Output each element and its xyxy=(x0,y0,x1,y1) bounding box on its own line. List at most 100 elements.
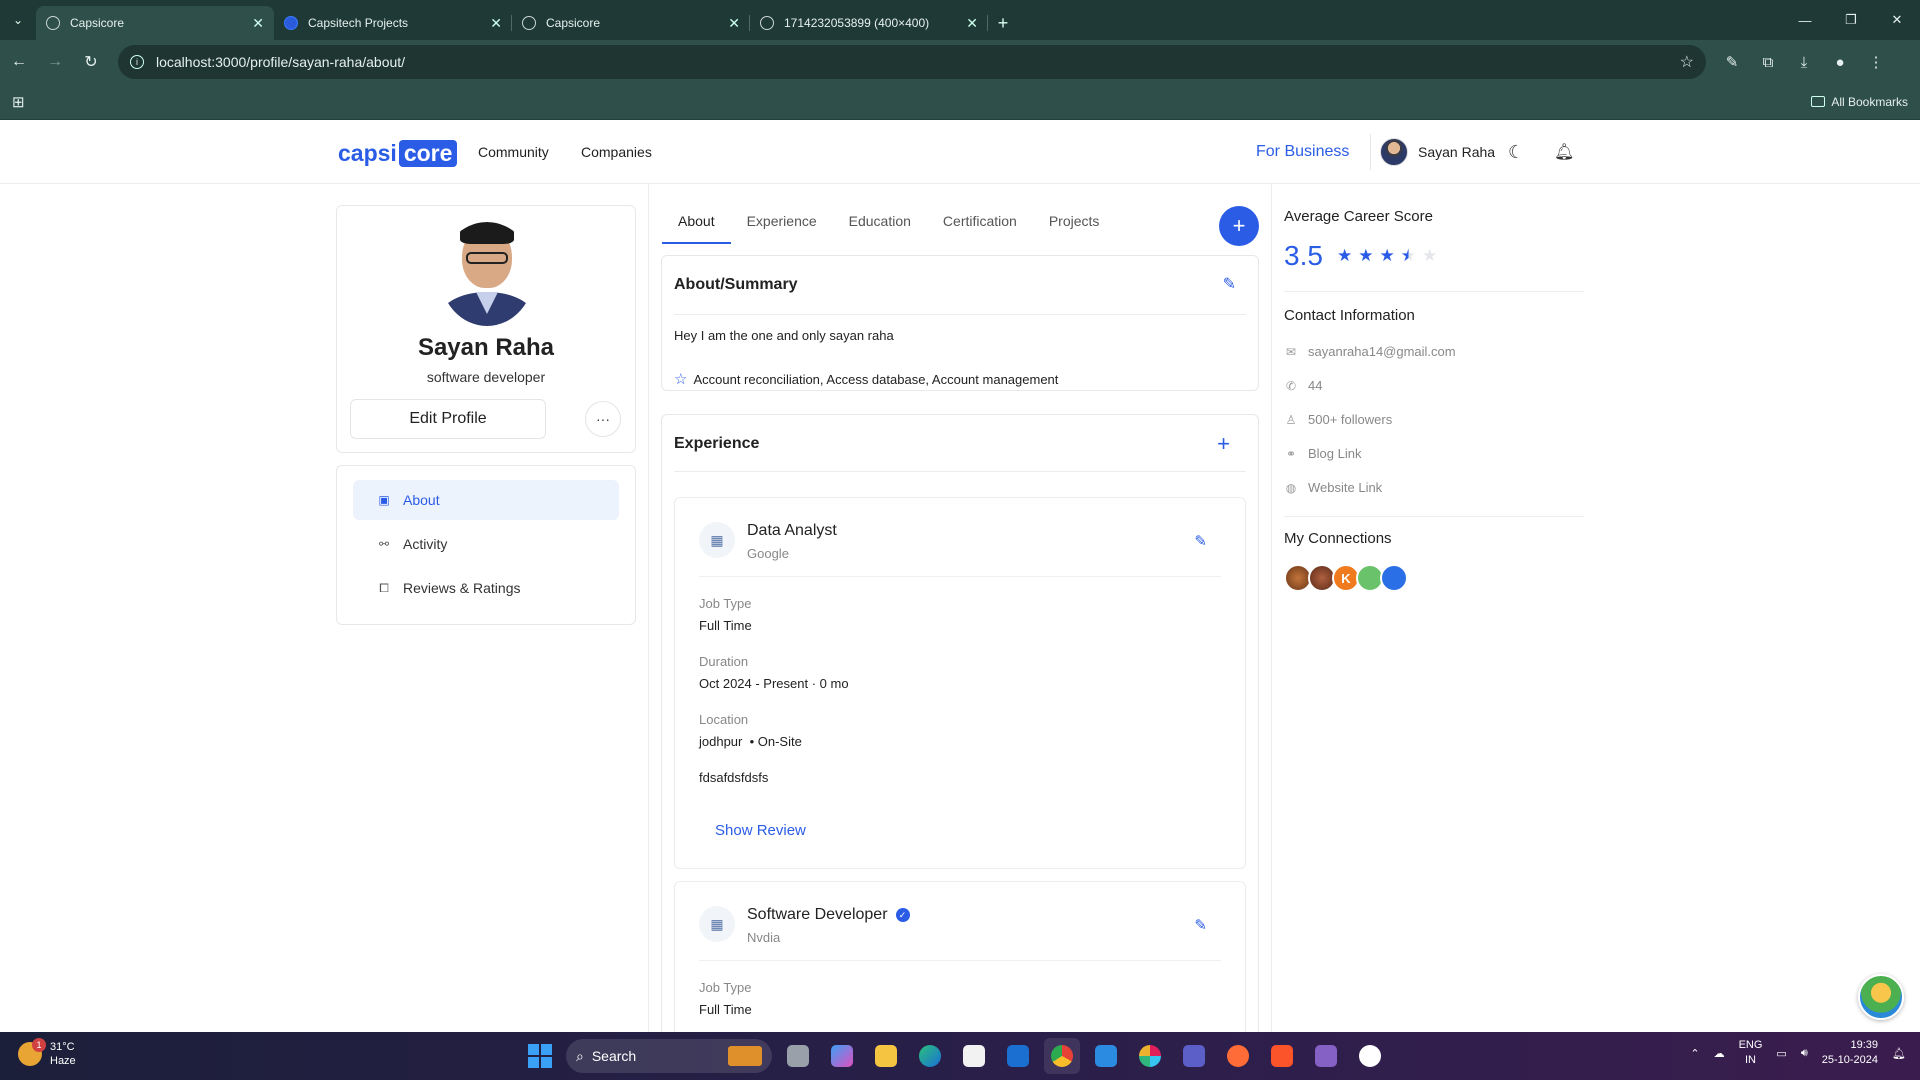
browser-tab[interactable]: Capsitech Projects ✕ xyxy=(274,6,512,40)
mongodb-icon[interactable] xyxy=(1352,1038,1388,1074)
outlook-icon[interactable] xyxy=(1000,1038,1036,1074)
network-icon[interactable]: ▭ xyxy=(1776,1047,1786,1060)
job-type: Full Time xyxy=(699,1002,752,1017)
section-title: Experience xyxy=(674,435,760,452)
assistant-avatar[interactable] xyxy=(1858,974,1904,1020)
bookmarks-bar: ⊞ All Bookmarks xyxy=(0,84,1920,120)
edit-pencil-icon[interactable]: ✎ xyxy=(1194,916,1207,934)
close-tab-icon[interactable]: ✕ xyxy=(728,15,740,32)
contact-value: Website Link xyxy=(1308,480,1383,495)
folder-icon xyxy=(1811,96,1826,107)
eyedropper-icon[interactable]: ✎ xyxy=(1714,45,1750,79)
menu-item-reviews[interactable]: ⧠ Reviews & Ratings xyxy=(353,568,619,608)
capsicore-logo[interactable]: capsi core xyxy=(338,140,458,167)
teams-icon[interactable] xyxy=(1176,1038,1212,1074)
reload-icon[interactable]: ↻ xyxy=(74,45,108,79)
nav-community[interactable]: Community xyxy=(478,144,549,160)
add-experience-icon[interactable]: + xyxy=(1217,431,1230,457)
vscode-icon[interactable] xyxy=(1088,1038,1124,1074)
contact-title: Contact Information xyxy=(1284,307,1415,324)
visual-studio-icon[interactable] xyxy=(1308,1038,1344,1074)
brave-icon[interactable] xyxy=(1264,1038,1300,1074)
back-icon[interactable]: ← xyxy=(2,45,36,79)
chrome-icon[interactable] xyxy=(1044,1038,1080,1074)
skills-text: Account reconciliation, Access database,… xyxy=(693,371,1059,387)
page: capsi core Community Companies For Busin… xyxy=(0,120,1920,1032)
contact-phone: ✆ 44 xyxy=(1284,378,1323,393)
tab-experience[interactable]: Experience xyxy=(731,208,833,244)
volume-icon[interactable]: 🔊︎ xyxy=(1801,1047,1808,1060)
profile-icon[interactable]: ● xyxy=(1822,45,1858,79)
kebab-menu-icon[interactable]: ⋮ xyxy=(1858,45,1894,79)
close-window-icon[interactable]: ✕ xyxy=(1874,0,1920,40)
all-bookmarks-button[interactable]: All Bookmarks xyxy=(1811,95,1908,109)
url-input[interactable]: i localhost:3000/profile/sayan-raha/abou… xyxy=(118,45,1706,79)
edge-icon[interactable] xyxy=(912,1038,948,1074)
tab-search-icon[interactable]: ⌄ xyxy=(0,0,36,40)
new-tab-button[interactable]: + xyxy=(988,6,1018,40)
add-button[interactable]: + xyxy=(1219,206,1259,246)
site-info-icon[interactable]: i xyxy=(130,55,144,69)
job-title-text: Data Analyst xyxy=(747,522,837,539)
edit-profile-button[interactable]: Edit Profile xyxy=(350,399,546,439)
building-icon: ▦ xyxy=(699,522,735,558)
onedrive-icon[interactable]: ☁ xyxy=(1714,1047,1725,1060)
copilot-icon[interactable] xyxy=(824,1038,860,1074)
taskbar-search[interactable]: ⌕ Search xyxy=(566,1039,772,1073)
chevron-up-icon[interactable]: ⌃ xyxy=(1690,1047,1699,1060)
bookmark-star-icon[interactable]: ☆ xyxy=(1680,52,1694,72)
file-explorer-icon[interactable] xyxy=(868,1038,904,1074)
windows-start-icon[interactable] xyxy=(522,1038,558,1074)
show-review-link[interactable]: Show Review xyxy=(715,822,806,839)
apps-grid-icon[interactable]: ⊞ xyxy=(12,93,25,111)
tab-education[interactable]: Education xyxy=(833,208,927,244)
language-indicator[interactable]: ENG IN xyxy=(1739,1038,1763,1068)
minimize-icon[interactable]: — xyxy=(1782,0,1828,40)
browser-tab[interactable]: Capsicore ✕ xyxy=(36,6,274,40)
star-outline-icon: ☆ xyxy=(674,371,688,388)
browser-tab[interactable]: 1714232053899 (400×400) ✕ xyxy=(750,6,988,40)
menu-item-about[interactable]: ▣ About xyxy=(353,480,619,520)
slack-icon[interactable] xyxy=(1132,1038,1168,1074)
contact-blog[interactable]: ⚭ Blog Link xyxy=(1284,446,1362,461)
tab-projects[interactable]: Projects xyxy=(1033,208,1116,244)
moon-icon[interactable]: ☾ xyxy=(1508,142,1524,163)
extensions-icon[interactable]: ⧉ xyxy=(1750,45,1786,79)
clock[interactable]: 19:39 25-10-2024 xyxy=(1822,1038,1878,1068)
for-business-link[interactable]: For Business xyxy=(1256,143,1349,161)
close-tab-icon[interactable]: ✕ xyxy=(490,15,502,32)
postman-icon[interactable] xyxy=(1220,1038,1256,1074)
experience-item: ▦ Software Developer ✓ Nvdia ✎ Job Type … xyxy=(674,881,1246,1032)
job-company: Nvdia xyxy=(747,930,781,945)
tab-certification[interactable]: Certification xyxy=(927,208,1033,244)
connection-avatar[interactable] xyxy=(1380,564,1408,592)
tab-about[interactable]: About xyxy=(662,208,731,244)
edit-pencil-icon[interactable]: ✎ xyxy=(1194,532,1207,550)
divider xyxy=(1370,134,1371,170)
logo-text-2: core xyxy=(398,140,458,167)
more-options-button[interactable]: ··· xyxy=(585,401,621,437)
task-view-icon[interactable] xyxy=(780,1038,816,1074)
notification-bell-icon[interactable]: 🔔︎ xyxy=(1892,1047,1906,1060)
restore-icon[interactable]: ❐ xyxy=(1828,0,1874,40)
close-tab-icon[interactable]: ✕ xyxy=(252,15,264,32)
contact-email[interactable]: ✉ sayanraha14@gmail.com xyxy=(1284,344,1456,359)
user-menu[interactable]: Sayan Raha xyxy=(1380,138,1495,166)
nav-companies[interactable]: Companies xyxy=(581,144,652,160)
download-icon[interactable]: ⤓ xyxy=(1786,45,1822,79)
half-star-icon: ★ xyxy=(1400,246,1416,265)
user-name: Sayan Raha xyxy=(1418,144,1496,160)
browser-tab[interactable]: Capsicore ✕ xyxy=(512,6,750,40)
menu-item-activity[interactable]: ⚯ Activity xyxy=(353,524,619,564)
bell-icon[interactable]: 🔔︎ xyxy=(1554,142,1574,162)
store-icon[interactable] xyxy=(956,1038,992,1074)
language-code: ENG xyxy=(1738,1039,1763,1051)
weather-widget[interactable]: 1 31°C Haze xyxy=(18,1038,76,1068)
close-tab-icon[interactable]: ✕ xyxy=(966,15,978,32)
menu-item-label: Reviews & Ratings xyxy=(403,580,521,596)
field-label: Location xyxy=(699,712,749,727)
edit-pencil-icon[interactable]: ✎ xyxy=(1223,274,1236,294)
forward-icon[interactable]: → xyxy=(38,45,72,79)
temperature: 31°C xyxy=(50,1041,75,1053)
contact-website[interactable]: ◍ Website Link xyxy=(1284,480,1382,495)
